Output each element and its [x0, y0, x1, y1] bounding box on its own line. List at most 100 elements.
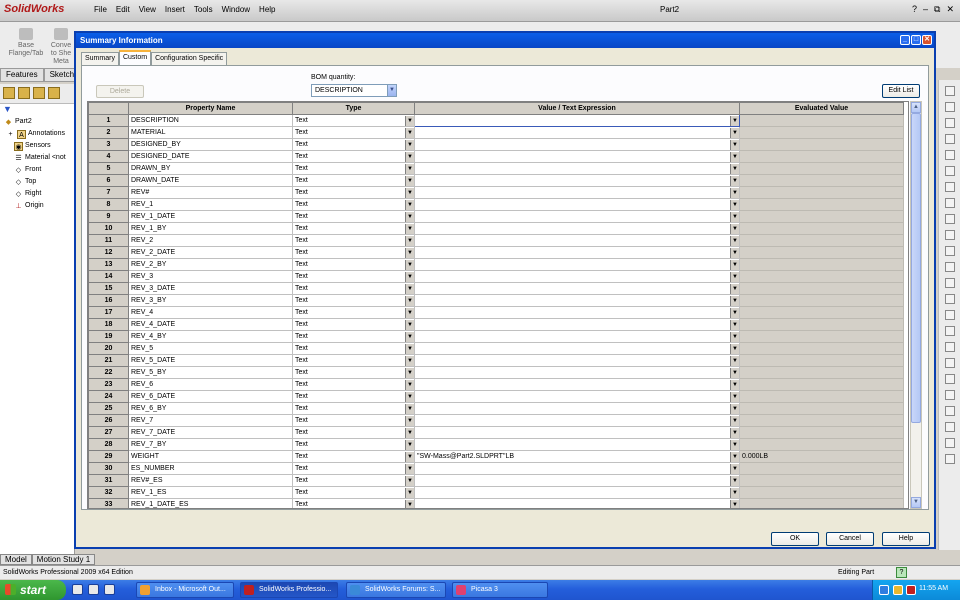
type-cell[interactable]: Text ▼ [292, 222, 415, 235]
row-number[interactable]: 27 [88, 426, 129, 439]
row-number[interactable]: 10 [88, 222, 129, 235]
chevron-down-icon[interactable]: ▼ [405, 500, 414, 508]
property-name-cell[interactable]: ES_NUMBER [128, 462, 293, 475]
filter-icon[interactable]: ▼ [0, 104, 74, 116]
minimize-icon[interactable]: – [923, 4, 928, 15]
type-cell[interactable]: Text ▼ [292, 306, 415, 319]
column-header-type[interactable]: Type [292, 102, 415, 115]
chevron-down-icon[interactable]: ▼ [405, 488, 414, 498]
row-number[interactable]: 24 [88, 390, 129, 403]
row-number[interactable]: 9 [88, 210, 129, 223]
chevron-down-icon[interactable]: ▼ [730, 296, 739, 306]
chevron-down-icon[interactable]: ▼ [405, 284, 414, 294]
type-cell[interactable]: Text ▼ [292, 114, 415, 127]
property-name-cell[interactable]: REV_6_DATE [128, 390, 293, 403]
property-name-cell[interactable]: REV_6 [128, 378, 293, 391]
tab-features[interactable]: Features [0, 68, 44, 82]
chevron-down-icon[interactable]: ▼ [405, 380, 414, 390]
type-cell[interactable]: Text ▼ [292, 366, 415, 379]
scroll-up-icon[interactable]: ▲ [911, 102, 921, 113]
row-number[interactable]: 28 [88, 438, 129, 451]
table-row[interactable]: 23 REV_6 Text ▼ ▼ [88, 378, 904, 391]
value-expression-cell[interactable]: ▼ [414, 354, 740, 367]
table-row[interactable]: 27 REV_7_DATE Text ▼ ▼ [88, 426, 904, 439]
table-row[interactable]: 30 ES_NUMBER Text ▼ ▼ [88, 462, 904, 475]
tree-item-part[interactable]: ◆ Part2 [0, 116, 74, 128]
folder-icon[interactable] [88, 584, 99, 595]
menu-help[interactable]: Help [259, 5, 275, 14]
row-number[interactable]: 3 [88, 138, 129, 151]
chevron-down-icon[interactable]: ▼ [730, 500, 739, 508]
type-cell[interactable]: Text ▼ [292, 450, 415, 463]
tree-item-top-plane[interactable]: ◇ Top [0, 176, 74, 188]
type-cell[interactable]: Text ▼ [292, 414, 415, 427]
chevron-down-icon[interactable]: ▼ [405, 440, 414, 450]
chevron-down-icon[interactable]: ▼ [405, 248, 414, 258]
type-cell[interactable]: Text ▼ [292, 426, 415, 439]
table-row[interactable]: 17 REV_4 Text ▼ ▼ [88, 306, 904, 319]
value-expression-cell[interactable]: ▼ [414, 342, 740, 355]
type-cell[interactable]: Text ▼ [292, 474, 415, 487]
view-tool-icon[interactable] [944, 198, 955, 208]
chevron-down-icon[interactable]: ▼ [405, 428, 414, 438]
chevron-down-icon[interactable]: ▼ [730, 284, 739, 294]
view-tool-icon[interactable] [944, 454, 955, 464]
type-cell[interactable]: Text ▼ [292, 138, 415, 151]
feature-manager-icon[interactable] [3, 87, 15, 99]
tree-item-sensors[interactable]: ◉ Sensors [0, 140, 74, 152]
property-name-cell[interactable]: REV_5_BY [128, 366, 293, 379]
view-tool-icon[interactable] [944, 374, 955, 384]
column-header-property-name[interactable]: Property Name [128, 102, 293, 115]
maximize-icon[interactable]: □ [911, 35, 921, 45]
type-cell[interactable]: Text ▼ [292, 330, 415, 343]
property-name-cell[interactable]: REV_2_DATE [128, 246, 293, 259]
row-number[interactable]: 32 [88, 486, 129, 499]
property-name-cell[interactable]: REV_1_DATE [128, 210, 293, 223]
chevron-down-icon[interactable]: ▼ [730, 164, 739, 174]
task-picasa[interactable]: Picasa 3 [452, 582, 548, 598]
tray-app-icon[interactable] [893, 585, 903, 595]
property-name-cell[interactable]: DRAWN_DATE [128, 174, 293, 187]
chevron-down-icon[interactable]: ▼ [405, 476, 414, 486]
view-tool-icon[interactable] [944, 134, 955, 144]
row-number[interactable]: 18 [88, 318, 129, 331]
value-expression-cell[interactable]: ▼ [414, 150, 740, 163]
chevron-down-icon[interactable]: ▼ [405, 164, 414, 174]
menu-file[interactable]: File [94, 5, 107, 14]
convert-to-sheet-metal-button[interactable]: Conve to She Meta [48, 28, 74, 66]
row-number[interactable]: 6 [88, 174, 129, 187]
configuration-manager-icon[interactable] [33, 87, 45, 99]
table-row[interactable]: 4 DESIGNED_DATE Text ▼ ▼ [88, 150, 904, 163]
task-solidworks[interactable]: SolidWorks Professio... [240, 582, 338, 598]
row-number[interactable]: 14 [88, 270, 129, 283]
row-number[interactable]: 15 [88, 282, 129, 295]
chevron-down-icon[interactable]: ▼ [405, 368, 414, 378]
view-tool-icon[interactable] [944, 150, 955, 160]
scroll-thumb[interactable] [911, 113, 921, 423]
value-expression-cell[interactable]: ▼ [414, 378, 740, 391]
chevron-down-icon[interactable]: ▼ [405, 152, 414, 162]
table-row[interactable]: 15 REV_3_DATE Text ▼ ▼ [88, 282, 904, 295]
menu-edit[interactable]: Edit [116, 5, 130, 14]
table-row[interactable]: 6 DRAWN_DATE Text ▼ ▼ [88, 174, 904, 187]
property-name-cell[interactable]: REV_5 [128, 342, 293, 355]
type-cell[interactable]: Text ▼ [292, 174, 415, 187]
property-name-cell[interactable]: REV_2 [128, 234, 293, 247]
start-button[interactable]: start [0, 580, 66, 600]
row-number[interactable]: 16 [88, 294, 129, 307]
row-number[interactable]: 4 [88, 150, 129, 163]
value-expression-cell[interactable]: ▼ [414, 486, 740, 499]
table-row[interactable]: 3 DESIGNED_BY Text ▼ ▼ [88, 138, 904, 151]
chevron-down-icon[interactable]: ▼ [405, 224, 414, 234]
table-row[interactable]: 31 REV#_ES Text ▼ ▼ [88, 474, 904, 487]
property-name-cell[interactable]: DRAWN_BY [128, 162, 293, 175]
row-number[interactable]: 11 [88, 234, 129, 247]
view-tool-icon[interactable] [944, 230, 955, 240]
value-expression-cell[interactable]: ▼ [414, 234, 740, 247]
menu-window[interactable]: Window [222, 5, 250, 14]
chevron-down-icon[interactable]: ▼ [730, 464, 739, 474]
view-tool-icon[interactable] [944, 294, 955, 304]
view-tool-icon[interactable] [944, 102, 955, 112]
chevron-down-icon[interactable]: ▼ [405, 404, 414, 414]
value-expression-cell[interactable]: ▼ [414, 270, 740, 283]
